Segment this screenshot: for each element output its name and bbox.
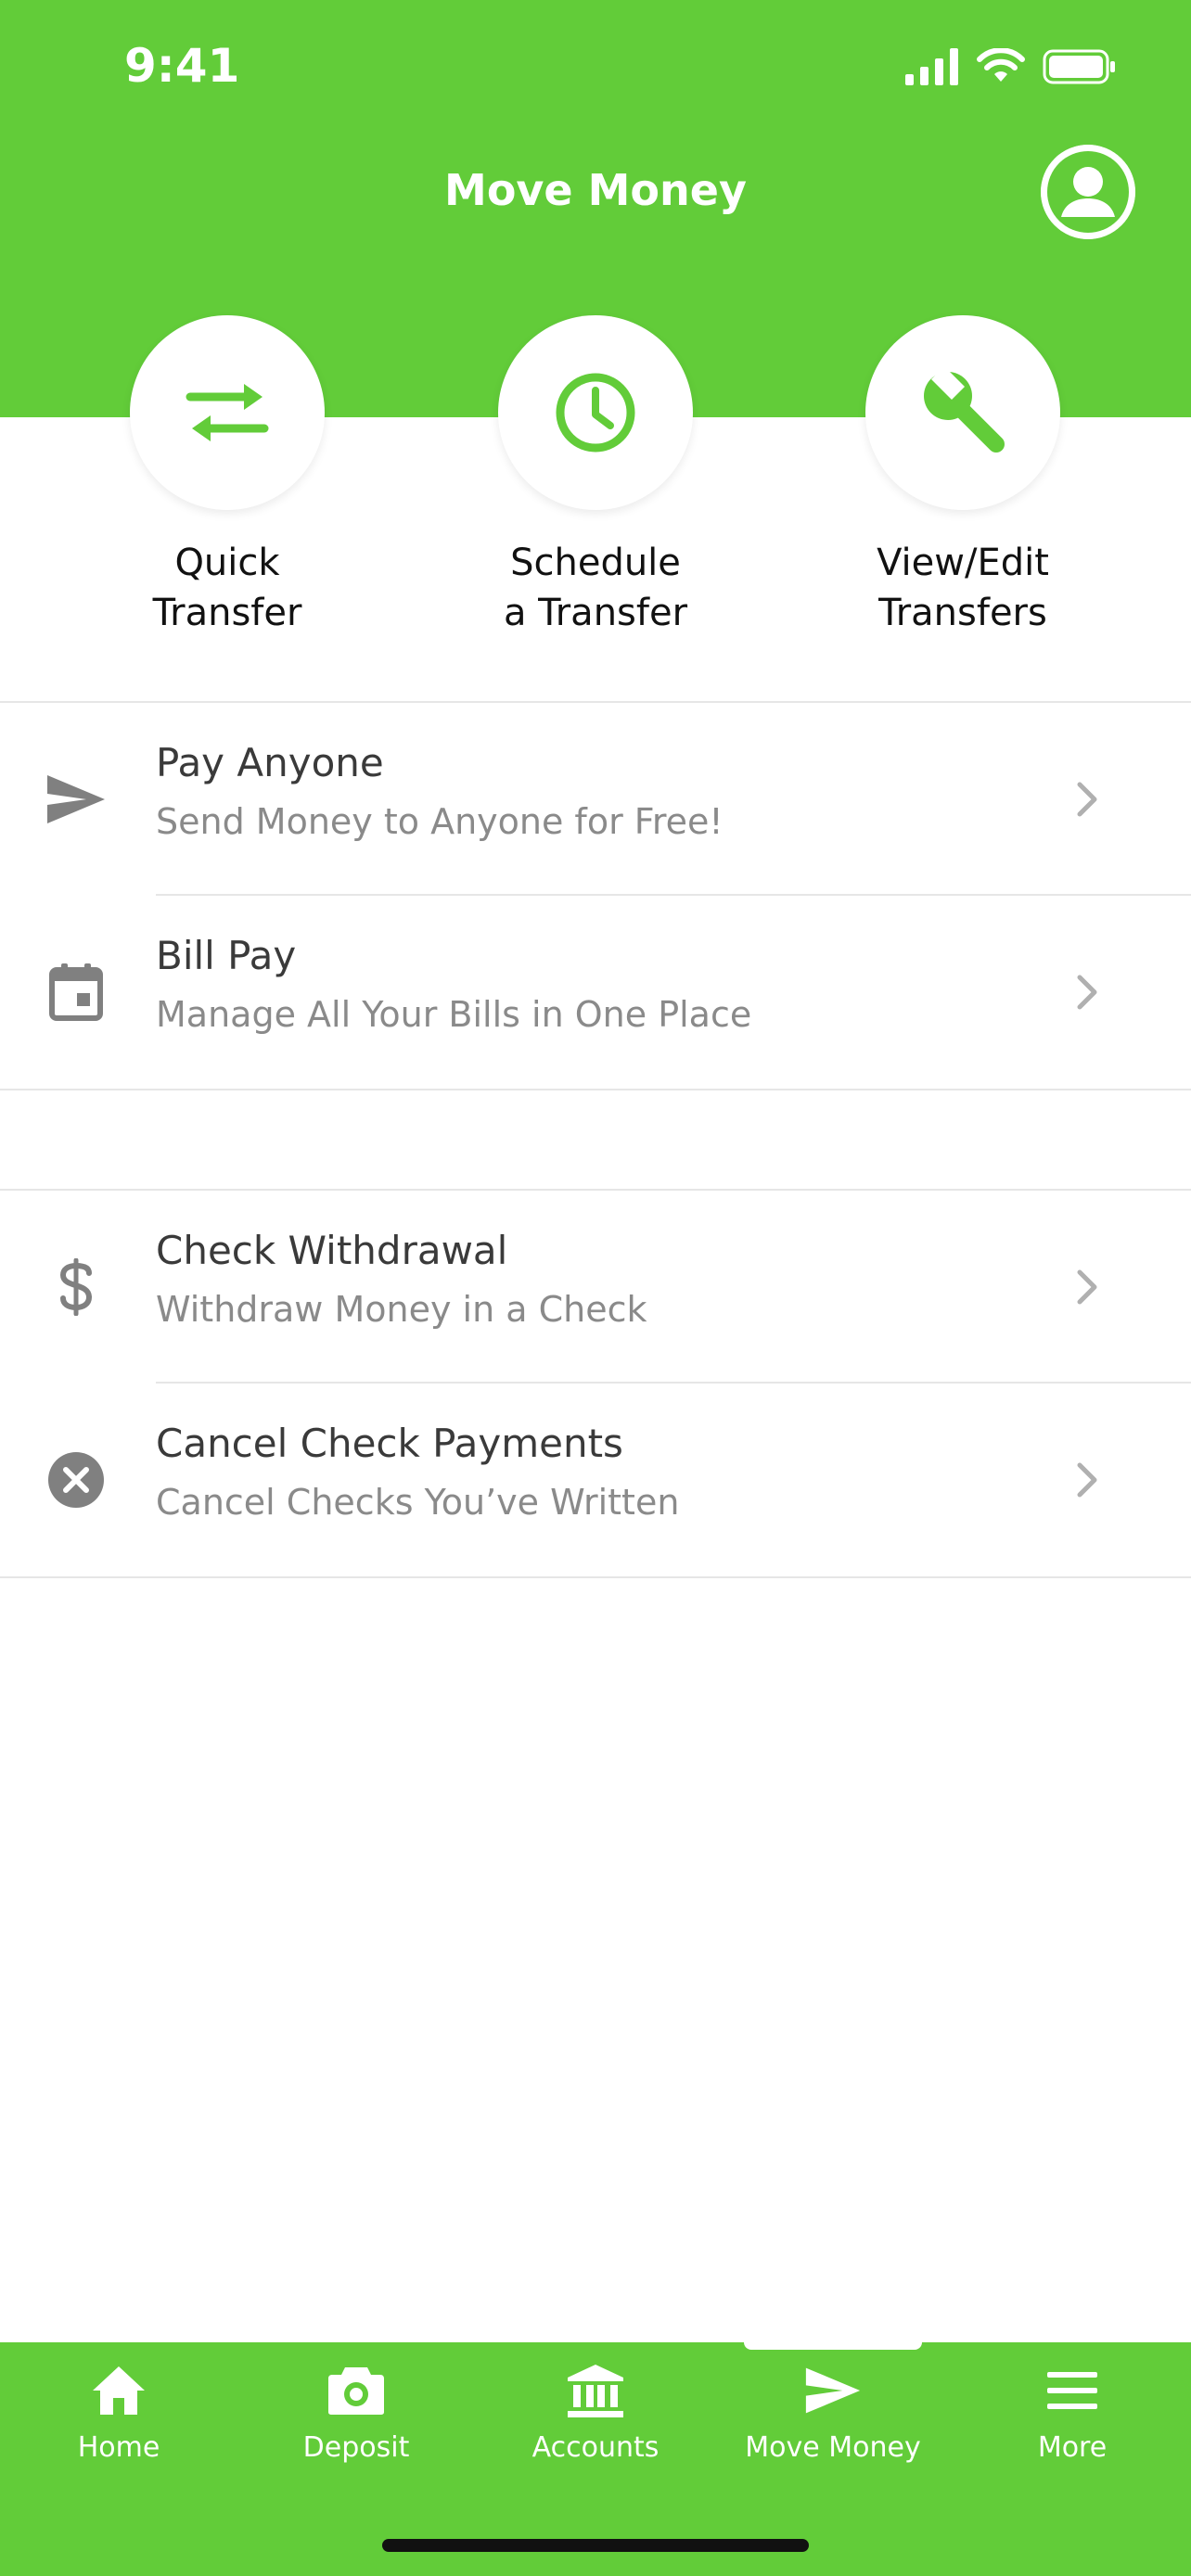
pay-anyone-subtitle: Send Money to Anyone for Free! [156,801,724,842]
divider [0,1089,1191,1090]
calendar-icon [49,963,103,1021]
bill-pay-icon-wrap [41,963,111,1021]
check-withdrawal-subtitle: Withdraw Money in a Check [156,1289,647,1330]
quick-transfer-button[interactable]: Quick Transfer [107,315,348,638]
schedule-transfer-label: Schedule a Transfer [503,542,688,634]
profile-button[interactable] [1041,145,1135,239]
divider [0,1576,1191,1578]
tab-accounts-label: Accounts [531,2431,660,2464]
quick-transfer-label: Quick Transfer [152,542,302,634]
home-indicator [382,2539,809,2552]
check-withdrawal-title: Check Withdrawal [156,1228,508,1273]
view-edit-transfers-label: View/Edit Transfers [877,542,1049,634]
battery-icon [1043,49,1115,84]
chevron-right-icon [1077,975,1097,1010]
dollar-icon [59,1258,93,1316]
person-icon [1041,145,1135,239]
paper-plane-icon [805,2367,861,2414]
cancel-check-payments-row[interactable]: Cancel Check Payments Cancel Checks You’… [0,1384,1191,1576]
chevron-right-icon [1077,782,1097,817]
bank-icon [568,2365,623,2417]
clock-icon [556,373,635,453]
cancel-check-icon-wrap [41,1452,111,1508]
schedule-transfer-button[interactable]: Schedule a Transfer [475,315,716,638]
cancel-check-payments-title: Cancel Check Payments [156,1421,623,1466]
transfer-arrows-icon [186,384,269,441]
cancel-circle-icon [48,1452,104,1508]
tab-more-label: More [1037,2431,1108,2464]
view-edit-transfers-button[interactable]: View/Edit Transfers [842,315,1083,638]
quick-actions: Quick Transfer Schedule a Transfer View/… [0,315,1191,686]
tab-deposit[interactable]: Deposit [237,2361,475,2464]
schedule-transfer-circle [498,315,693,510]
check-withdrawal-icon-wrap [41,1258,111,1316]
menu-icon [1047,2372,1097,2409]
bill-pay-subtitle: Manage All Your Bills in One Place [156,994,752,1035]
tab-selected-indicator [744,2333,922,2350]
chevron-right-icon [1077,1269,1097,1305]
pay-anyone-title: Pay Anyone [156,740,384,785]
view-edit-transfers-circle [865,315,1060,510]
tab-home[interactable]: Home [0,2361,237,2464]
page-title: Move Money [444,165,747,215]
tab-move-money[interactable]: Move Money [714,2361,952,2464]
paper-plane-icon [47,775,105,823]
tab-deposit-label: Deposit [302,2431,410,2464]
pay-anyone-icon-wrap [41,772,111,827]
tab-home-label: Home [77,2431,160,2464]
signal-icon [905,48,958,85]
cancel-check-payments-subtitle: Cancel Checks You’ve Written [156,1482,680,1523]
camera-icon [328,2367,384,2415]
tab-more[interactable]: More [954,2361,1191,2464]
tab-move-money-label: Move Money [745,2431,921,2464]
bill-pay-title: Bill Pay [156,933,297,978]
status-icons [905,46,1117,87]
wrench-icon [924,366,1005,453]
home-icon [93,2366,145,2415]
bill-pay-row[interactable]: Bill Pay Manage All Your Bills in One Pl… [0,896,1191,1089]
check-withdrawal-row[interactable]: Check Withdrawal Withdraw Money in a Che… [0,1191,1191,1384]
status-time: 9:41 [124,39,240,93]
wifi-icon [977,48,1025,82]
tab-accounts[interactable]: Accounts [477,2361,714,2464]
chevron-right-icon [1077,1462,1097,1498]
pay-anyone-row[interactable]: Pay Anyone Send Money to Anyone for Free… [0,703,1191,896]
quick-transfer-circle [130,315,325,510]
